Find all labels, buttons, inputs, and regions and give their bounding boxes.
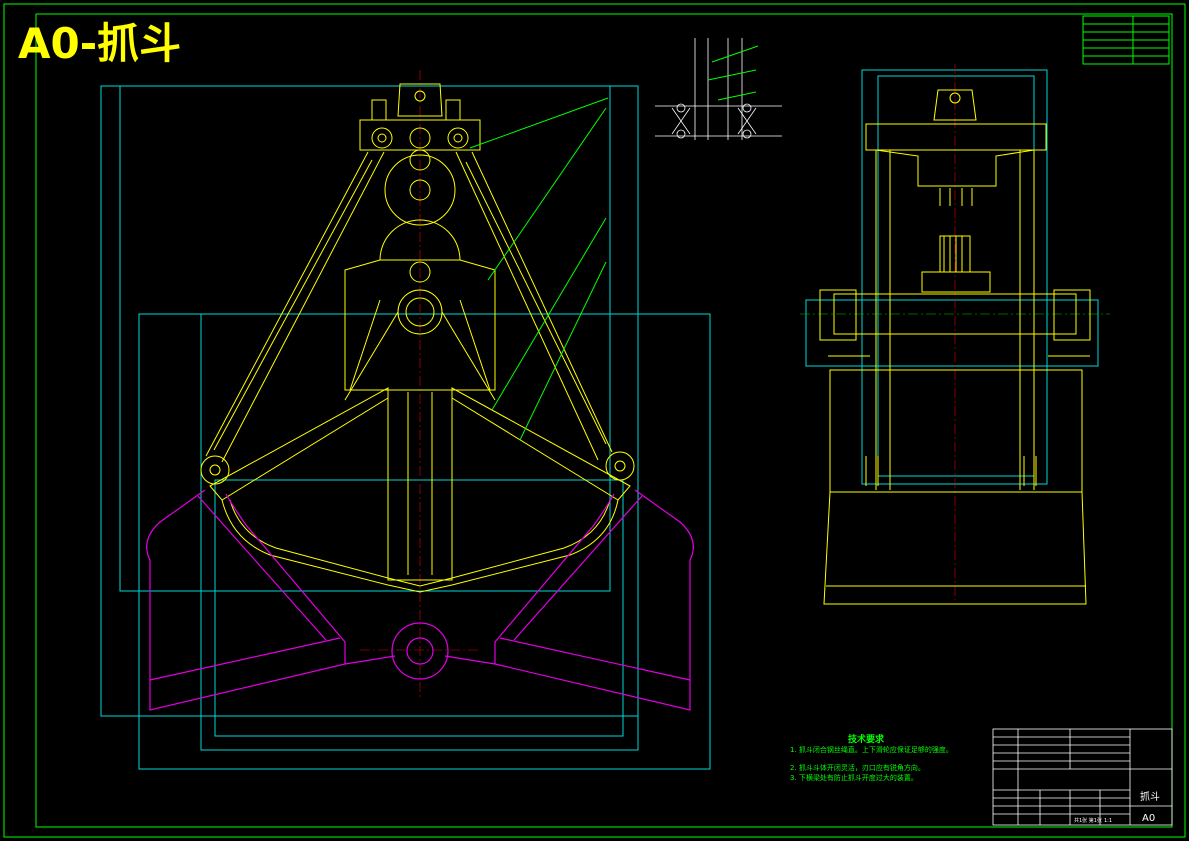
title-block-grid xyxy=(993,729,1172,825)
frame-rect-3 xyxy=(138,313,711,770)
hinge-left-in xyxy=(209,464,221,476)
sheet-no: 共1张 第1张 xyxy=(1074,817,1102,824)
side-frame-2 xyxy=(877,75,1035,477)
frame-rect-5 xyxy=(214,479,624,737)
tie-rod-right xyxy=(455,151,613,461)
sheave-right-top xyxy=(445,99,461,121)
bucket-right-shell xyxy=(451,387,631,501)
detail-pulley-1 xyxy=(676,103,686,113)
detail-pulley-2 xyxy=(742,103,752,113)
detail-verticals xyxy=(694,38,743,140)
inner-border xyxy=(35,13,1173,828)
detail-cross xyxy=(671,107,757,135)
sheet-size: A0 xyxy=(1142,813,1155,824)
tech-item-1: 1. 抓斗闭合钢丝绳直。上下滑轮应保证足够的强度。 xyxy=(790,745,953,754)
pin-left-top xyxy=(371,127,393,149)
title-block-frame xyxy=(992,728,1173,826)
side-cb-left xyxy=(819,289,857,341)
side-sheave-base xyxy=(921,271,991,293)
side-view xyxy=(800,64,1110,605)
tech-item-2: 2. 抓斗斗体开闭灵活，刃口应有锐角方向。 xyxy=(790,763,925,772)
open-jaw-left xyxy=(146,489,346,711)
tech-item-3: 3. 下横梁处有防止抓斗开度过大的装置。 xyxy=(790,773,918,782)
cad-drawing: A0-抓斗 技术要求 1. 抓斗闭合钢丝绳直。上下滑轮应保证足够的强度。 2. … xyxy=(3,3,1186,838)
bucket-left-shell xyxy=(209,387,389,501)
param-table-grid xyxy=(1083,16,1169,64)
pin-right-top xyxy=(447,127,469,149)
side-lugs xyxy=(865,456,1037,486)
frame-rect-2 xyxy=(119,85,611,592)
sheave-left-top xyxy=(371,99,387,121)
pin-left-top-in xyxy=(377,133,387,143)
tech-heading: 技术要求 xyxy=(848,733,885,745)
tie-rod-left xyxy=(205,151,385,463)
title-block: 抓斗 A0 1:1 共1张 第1张 xyxy=(992,728,1173,826)
side-bucket-inner xyxy=(826,491,1086,587)
leader-1 xyxy=(469,97,609,149)
scale-value: 1:1 xyxy=(1104,818,1112,824)
leader-4 xyxy=(519,261,607,441)
hinge-right-in xyxy=(614,460,626,472)
parameter-table xyxy=(1082,15,1170,65)
side-top-beam xyxy=(865,123,1047,151)
tech-requirements: 技术要求 1. 抓斗闭合钢丝绳直。上下滑轮应保证足够的强度。 2. 抓斗斗体开闭… xyxy=(790,733,953,782)
frame-rect-4 xyxy=(200,313,639,751)
sheet-title: A0-抓斗 xyxy=(18,19,181,68)
pin-right-top-in xyxy=(453,133,463,143)
detail-leaders xyxy=(707,45,759,101)
side-bolts xyxy=(939,188,973,206)
open-jaw-right xyxy=(494,489,694,711)
side-cb-right xyxy=(1053,289,1091,341)
detail-pulley-3 xyxy=(676,129,686,139)
detail-pulley-4 xyxy=(742,129,752,139)
front-view xyxy=(100,70,711,770)
drawing-name: 抓斗 xyxy=(1140,790,1160,803)
detail-view xyxy=(655,38,782,140)
leader-2 xyxy=(487,107,607,281)
